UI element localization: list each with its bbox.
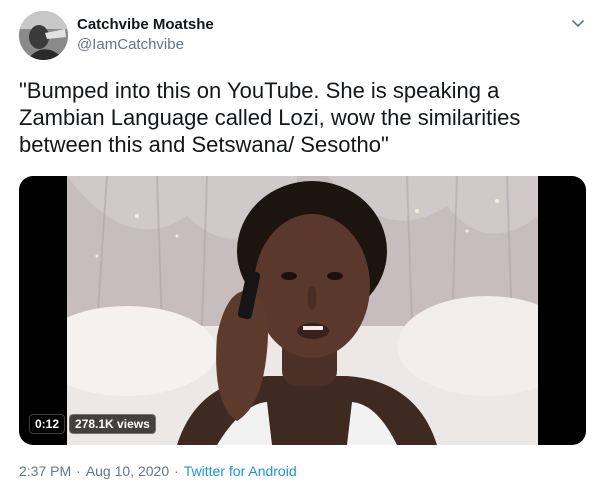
display-name[interactable]: Catchvibe Moatshe: [77, 15, 214, 35]
tweet-card: Catchvibe Moatshe @IamCatchvibe "Bumped …: [0, 0, 607, 499]
video-duration: 0:12: [29, 414, 66, 434]
tweet-time[interactable]: 2:37 PM: [19, 463, 71, 479]
tweet-meta: 2:37 PM · Aug 10, 2020 · Twitter for Android: [19, 461, 297, 481]
tweet-date[interactable]: Aug 10, 2020: [86, 463, 169, 479]
tweet-source-link[interactable]: Twitter for Android: [184, 463, 297, 479]
chevron-down-icon[interactable]: [569, 14, 587, 32]
user-handle[interactable]: @IamCatchvibe: [77, 35, 214, 55]
user-info: Catchvibe Moatshe @IamCatchvibe: [77, 15, 214, 55]
tweet-text: "Bumped into this on YouTube. She is spe…: [19, 78, 521, 157]
media-badges: 0:12 278.1K views: [29, 414, 156, 434]
view-count: 278.1K views: [69, 414, 156, 434]
meta-separator: ·: [76, 463, 81, 479]
avatar[interactable]: [19, 11, 68, 60]
meta-separator: ·: [174, 463, 179, 479]
video-thumbnail: [67, 176, 538, 445]
video-player[interactable]: 0:12 278.1K views: [19, 176, 586, 445]
